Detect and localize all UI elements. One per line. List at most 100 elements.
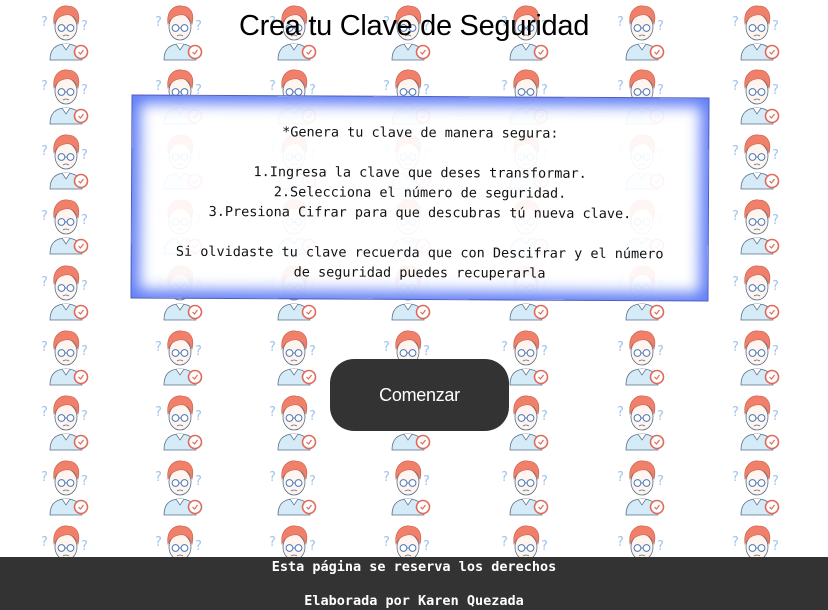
svg-text:?: ? bbox=[772, 83, 779, 98]
svg-text:?: ? bbox=[81, 148, 88, 163]
svg-text:?: ? bbox=[309, 344, 316, 359]
avatar-pattern-icon: ?? bbox=[497, 520, 555, 557]
svg-text:?: ? bbox=[541, 344, 548, 359]
avatar-pattern-icon: ?? bbox=[151, 455, 209, 517]
svg-text:?: ? bbox=[772, 279, 779, 294]
svg-text:?: ? bbox=[81, 409, 88, 424]
svg-text:?: ? bbox=[41, 340, 48, 355]
svg-text:?: ? bbox=[732, 340, 739, 355]
svg-text:?: ? bbox=[541, 409, 548, 424]
svg-text:?: ? bbox=[501, 79, 508, 94]
avatar-pattern-icon: ?? bbox=[37, 390, 95, 452]
svg-text:?: ? bbox=[657, 344, 664, 359]
svg-text:?: ? bbox=[383, 79, 390, 94]
svg-text:?: ? bbox=[81, 83, 88, 98]
start-button[interactable]: Comenzar bbox=[330, 359, 509, 431]
avatar-pattern-icon: ?? bbox=[728, 520, 786, 557]
svg-text:?: ? bbox=[732, 144, 739, 159]
avatar-pattern-icon: ?? bbox=[728, 64, 786, 126]
svg-text:?: ? bbox=[41, 275, 48, 290]
svg-text:?: ? bbox=[309, 409, 316, 424]
svg-text:?: ? bbox=[269, 340, 276, 355]
svg-text:?: ? bbox=[657, 83, 664, 98]
svg-text:?: ? bbox=[41, 405, 48, 420]
avatar-pattern-icon: ?? bbox=[37, 325, 95, 387]
svg-text:?: ? bbox=[41, 470, 48, 485]
avatar-pattern-icon: ?? bbox=[728, 325, 786, 387]
svg-text:?: ? bbox=[195, 474, 202, 489]
avatar-pattern-icon: ?? bbox=[37, 520, 95, 557]
avatar-pattern-icon: ?? bbox=[728, 390, 786, 452]
svg-text:?: ? bbox=[617, 340, 624, 355]
svg-text:?: ? bbox=[383, 470, 390, 485]
svg-text:?: ? bbox=[81, 279, 88, 294]
avatar-pattern-icon: ?? bbox=[37, 260, 95, 322]
svg-text:?: ? bbox=[732, 470, 739, 485]
svg-text:?: ? bbox=[155, 405, 162, 420]
svg-text:?: ? bbox=[41, 79, 48, 94]
svg-text:?: ? bbox=[732, 79, 739, 94]
avatar-pattern-icon: ?? bbox=[265, 325, 323, 387]
avatar-pattern-icon: ?? bbox=[728, 194, 786, 256]
svg-text:?: ? bbox=[155, 470, 162, 485]
avatar-pattern-icon: ?? bbox=[265, 390, 323, 452]
avatar-pattern-icon: ?? bbox=[151, 390, 209, 452]
svg-text:?: ? bbox=[81, 474, 88, 489]
avatar-pattern-icon: ?? bbox=[265, 455, 323, 517]
svg-text:?: ? bbox=[501, 470, 508, 485]
footer: Esta página se reserva los derechos Elab… bbox=[0, 557, 828, 610]
svg-text:?: ? bbox=[155, 79, 162, 94]
instructions-note-line-2: de seguridad puedes recuperarla bbox=[293, 264, 546, 282]
avatar-pattern-icon: ?? bbox=[613, 520, 671, 557]
avatar-pattern-icon: ?? bbox=[265, 520, 323, 557]
avatar-pattern-icon: ?? bbox=[613, 455, 671, 517]
svg-text:?: ? bbox=[81, 213, 88, 228]
svg-text:?: ? bbox=[772, 539, 779, 554]
svg-text:?: ? bbox=[155, 340, 162, 355]
svg-text:?: ? bbox=[732, 535, 739, 550]
svg-text:?: ? bbox=[41, 144, 48, 159]
svg-text:?: ? bbox=[383, 340, 390, 355]
svg-text:?: ? bbox=[383, 535, 390, 550]
avatar-pattern-icon: ?? bbox=[37, 129, 95, 191]
svg-text:?: ? bbox=[81, 539, 88, 554]
svg-text:?: ? bbox=[617, 470, 624, 485]
avatar-pattern-icon: ?? bbox=[728, 455, 786, 517]
svg-text:?: ? bbox=[423, 344, 430, 359]
footer-author-text: Elaborada por Karen Quezada bbox=[304, 593, 524, 609]
avatar-pattern-icon: ?? bbox=[613, 325, 671, 387]
svg-text:?: ? bbox=[617, 535, 624, 550]
page-title: Crea tu Clave de Seguridad bbox=[238, 10, 590, 42]
avatar-pattern-icon: ?? bbox=[497, 455, 555, 517]
avatar-pattern-icon: ?? bbox=[728, 260, 786, 322]
svg-text:?: ? bbox=[732, 405, 739, 420]
avatar-pattern-icon: ?? bbox=[37, 64, 95, 126]
svg-text:?: ? bbox=[41, 535, 48, 550]
svg-text:?: ? bbox=[772, 213, 779, 228]
svg-text:?: ? bbox=[772, 474, 779, 489]
instructions-note-line-1: Si olvidaste tu clave recuerda que con D… bbox=[175, 243, 664, 263]
avatar-pattern-icon: ?? bbox=[379, 520, 437, 557]
avatar-pattern-icon: ?? bbox=[37, 455, 95, 517]
svg-text:?: ? bbox=[423, 474, 430, 489]
svg-text:?: ? bbox=[195, 409, 202, 424]
svg-text:?: ? bbox=[195, 344, 202, 359]
svg-text:?: ? bbox=[81, 344, 88, 359]
svg-text:?: ? bbox=[617, 79, 624, 94]
avatar-pattern-icon: ?? bbox=[151, 520, 209, 557]
svg-text:?: ? bbox=[309, 539, 316, 554]
svg-text:?: ? bbox=[732, 209, 739, 224]
svg-text:?: ? bbox=[541, 539, 548, 554]
avatar-pattern-icon: ?? bbox=[379, 455, 437, 517]
svg-text:?: ? bbox=[269, 470, 276, 485]
svg-text:?: ? bbox=[41, 209, 48, 224]
svg-text:?: ? bbox=[269, 79, 276, 94]
avatar-pattern-icon: ?? bbox=[151, 325, 209, 387]
avatar-pattern-icon: ?? bbox=[728, 129, 786, 191]
instruction-step-3: 3.Presiona Cifrar para que descubras tú … bbox=[208, 203, 632, 223]
svg-text:?: ? bbox=[309, 474, 316, 489]
avatar-pattern-icon: ?? bbox=[613, 390, 671, 452]
svg-text:?: ? bbox=[617, 405, 624, 420]
svg-text:?: ? bbox=[657, 539, 664, 554]
svg-text:?: ? bbox=[657, 409, 664, 424]
